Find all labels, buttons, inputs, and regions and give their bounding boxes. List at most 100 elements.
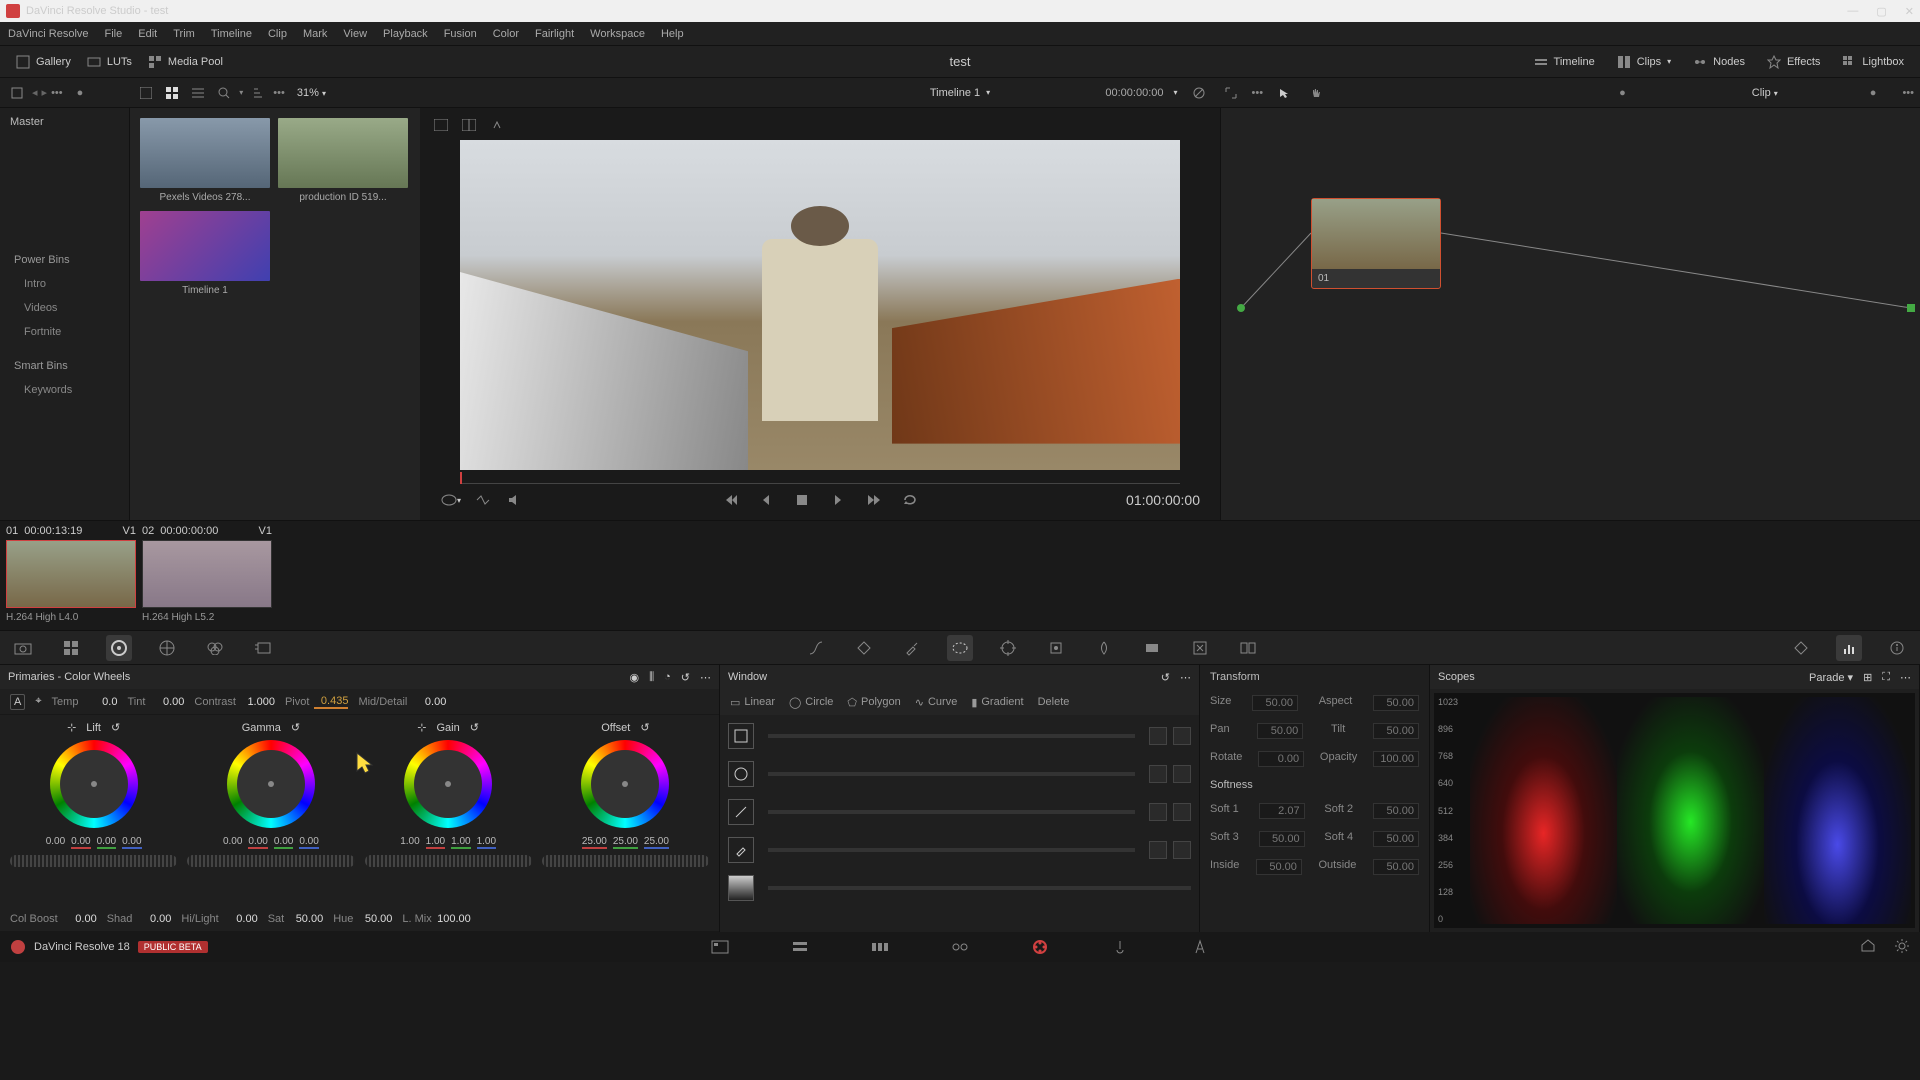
pen-shape-button[interactable] xyxy=(728,837,754,863)
curve-tab[interactable]: ∿Curve xyxy=(915,696,958,709)
first-frame-icon[interactable] xyxy=(719,489,741,511)
polygon-tab[interactable]: ⬠Polygon xyxy=(847,696,900,709)
menu-item[interactable]: Color xyxy=(493,28,519,40)
stop-icon[interactable] xyxy=(791,489,813,511)
gamma-jog[interactable] xyxy=(187,855,354,867)
menu-item[interactable]: File xyxy=(105,28,123,40)
hilight-value[interactable]: 0.00 xyxy=(224,913,258,925)
rotate-value[interactable]: 0.00 xyxy=(1258,751,1304,767)
motion-effects-icon[interactable] xyxy=(250,635,276,661)
nodes-button[interactable]: Nodes xyxy=(1685,51,1753,73)
delete-button[interactable]: Delete xyxy=(1038,696,1070,708)
master-bin[interactable]: Master xyxy=(6,116,123,128)
more-icon[interactable]: ⋯ xyxy=(1900,671,1911,684)
unmix-icon[interactable] xyxy=(472,489,494,511)
settings-icon[interactable] xyxy=(1894,938,1910,957)
menu-item[interactable]: Fusion xyxy=(444,28,477,40)
menu-item[interactable]: Fairlight xyxy=(535,28,574,40)
viewer-scrubber[interactable] xyxy=(460,474,1180,484)
wheel-mode-icon[interactable]: ◉ xyxy=(629,671,639,684)
search-icon[interactable] xyxy=(213,82,235,104)
reset-icon[interactable]: ↺ xyxy=(1161,671,1170,684)
offset-wheel[interactable] xyxy=(581,740,669,828)
tilt-value[interactable]: 50.00 xyxy=(1373,723,1419,739)
close-button[interactable]: ✕ xyxy=(1905,5,1914,18)
keyframe-icon[interactable] xyxy=(1788,635,1814,661)
bin-view-icon[interactable] xyxy=(6,82,28,104)
timeline-thumbnail[interactable]: Timeline 1 xyxy=(140,211,270,296)
shape-toggle[interactable] xyxy=(1149,841,1167,859)
picker-icon[interactable]: ⊹ xyxy=(417,721,426,734)
log-mode-icon[interactable]: ◔ xyxy=(664,671,671,684)
lift-wheel[interactable] xyxy=(50,740,138,828)
colboost-value[interactable]: 0.00 xyxy=(63,913,97,925)
info-icon[interactable] xyxy=(1884,635,1910,661)
fusion-page-icon[interactable] xyxy=(950,937,970,957)
menu-item[interactable]: View xyxy=(343,28,367,40)
effects-button[interactable]: Effects xyxy=(1759,51,1828,73)
circle-tab[interactable]: ◯Circle xyxy=(789,696,833,709)
soft3-value[interactable]: 50.00 xyxy=(1259,831,1305,847)
menu-item[interactable]: Workspace xyxy=(590,28,645,40)
list-view-icon[interactable] xyxy=(187,82,209,104)
play-icon[interactable] xyxy=(827,489,849,511)
soft4-value[interactable]: 50.00 xyxy=(1373,831,1419,847)
soft2-value[interactable]: 50.00 xyxy=(1373,803,1419,819)
hue-value[interactable]: 50.00 xyxy=(358,913,392,925)
media-page-icon[interactable] xyxy=(710,937,730,957)
rgb-mixer-icon[interactable] xyxy=(202,635,228,661)
bin-item[interactable]: Videos xyxy=(6,296,123,320)
gamma-wheel[interactable] xyxy=(227,740,315,828)
aspect-value[interactable]: 50.00 xyxy=(1373,695,1419,711)
contrast-value[interactable]: 1.000 xyxy=(241,696,275,708)
lift-jog[interactable] xyxy=(10,855,177,867)
expand-icon[interactable]: ⛶ xyxy=(1882,671,1890,684)
smartbin-item[interactable]: Keywords xyxy=(6,378,123,402)
bypass-icon[interactable] xyxy=(1188,82,1210,104)
temp-value[interactable]: 0.0 xyxy=(83,696,117,708)
mediapool-button[interactable]: Media Pool xyxy=(140,51,231,73)
linear-tab[interactable]: ▭Linear xyxy=(730,696,775,709)
image-wipe-icon[interactable] xyxy=(430,114,452,136)
fairlight-page-icon[interactable] xyxy=(1110,937,1130,957)
bars-mode-icon[interactable]: ⫼ xyxy=(649,671,654,684)
deliver-page-icon[interactable] xyxy=(1190,937,1210,957)
timeline-name[interactable]: Timeline 1 xyxy=(930,87,980,99)
opacity-value[interactable]: 100.00 xyxy=(1373,751,1419,767)
clip-mode-label[interactable]: Clip ▾ xyxy=(1752,87,1778,99)
gain-wheel[interactable] xyxy=(404,740,492,828)
shape-toggle[interactable] xyxy=(1149,727,1167,745)
more-icon[interactable]: ⋯ xyxy=(700,671,711,684)
edit-page-icon[interactable] xyxy=(870,937,890,957)
sizing-icon[interactable] xyxy=(1187,635,1213,661)
lmix-value[interactable]: 100.00 xyxy=(437,913,471,925)
split-screen-icon[interactable] xyxy=(458,114,480,136)
outside-value[interactable]: 50.00 xyxy=(1373,859,1419,875)
picker-icon[interactable]: ⊹ xyxy=(67,721,76,734)
3d-icon[interactable] xyxy=(1235,635,1261,661)
scopes-icon[interactable] xyxy=(1836,635,1862,661)
scope-options-icon[interactable]: ⊞ xyxy=(1863,671,1872,684)
menu-item[interactable]: Timeline xyxy=(211,28,252,40)
mute-icon[interactable] xyxy=(504,489,526,511)
lightbox-button[interactable]: Lightbox xyxy=(1834,51,1912,73)
highlight-icon[interactable] xyxy=(486,114,508,136)
menu-item[interactable]: Trim xyxy=(173,28,195,40)
prev-frame-icon[interactable] xyxy=(755,489,777,511)
shape-toggle[interactable] xyxy=(1149,765,1167,783)
menu-item[interactable]: Help xyxy=(661,28,684,40)
shape-toggle[interactable] xyxy=(1173,765,1191,783)
offset-jog[interactable] xyxy=(542,855,709,867)
size-value[interactable]: 50.00 xyxy=(1252,695,1298,711)
minimize-button[interactable]: — xyxy=(1847,5,1858,18)
menu-item[interactable]: Playback xyxy=(383,28,428,40)
pointer-icon[interactable] xyxy=(1273,82,1295,104)
tracker-icon[interactable] xyxy=(995,635,1021,661)
pivot-value[interactable]: 0.435 xyxy=(314,695,348,709)
shad-value[interactable]: 0.00 xyxy=(137,913,171,925)
bin-item[interactable]: Fortnite xyxy=(6,320,123,344)
reset-icon[interactable]: ↺ xyxy=(291,721,300,734)
inside-value[interactable]: 50.00 xyxy=(1256,859,1302,875)
key-icon[interactable] xyxy=(1139,635,1165,661)
more-icon[interactable]: ⋯ xyxy=(1180,671,1191,684)
